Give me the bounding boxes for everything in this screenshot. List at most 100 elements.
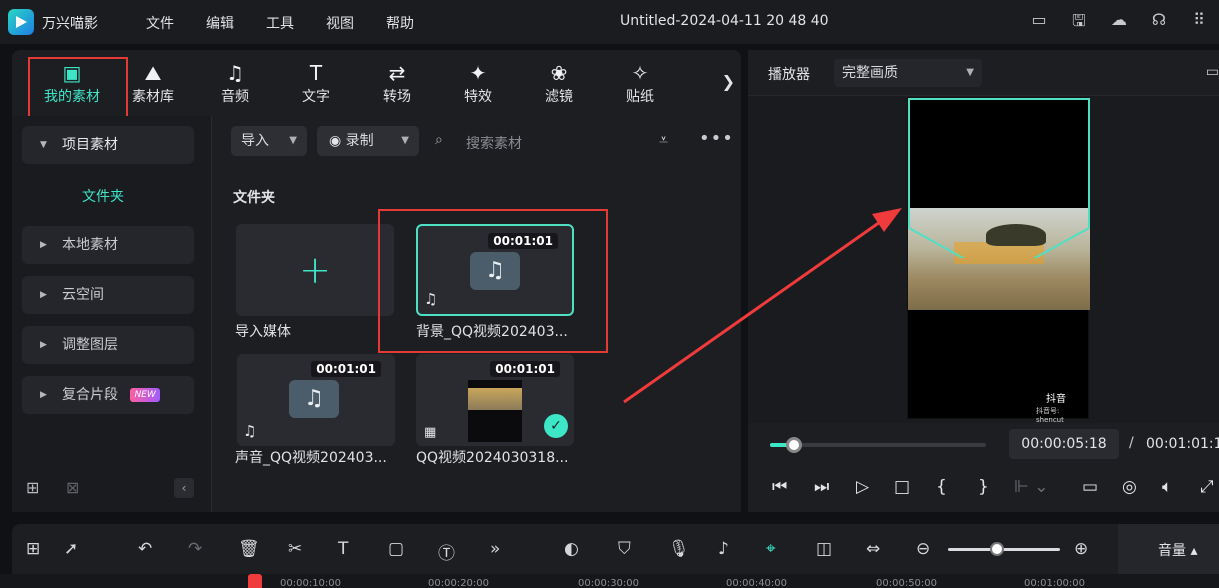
crop-icon[interactable]: ▢ xyxy=(388,539,404,559)
mark-in-icon[interactable]: { xyxy=(936,477,947,497)
record-icon: ◉ xyxy=(329,133,346,149)
select-tool-icon[interactable]: ➚ xyxy=(64,539,78,559)
waveform-icon[interactable]: ▭ xyxy=(1206,64,1219,80)
timeline-toolbar: ⊞ ➚ ↶ ↷ 🗑︎ ✂ T ▢ Ⓣ » ◐ ⛉ 🎙︎ ♪ ⌖ ◫ ⇔ ⊖ ⊕ … xyxy=(12,524,1219,574)
zoom-in-icon[interactable]: ⊕ xyxy=(1074,539,1088,559)
player-header: 播放器 完整画质 ▼ ▭ xyxy=(748,50,1219,96)
tab-effects[interactable]: ✦ 特效 xyxy=(438,60,518,106)
camera-icon[interactable]: ◎ xyxy=(1122,477,1137,497)
check-icon: ✓ xyxy=(544,414,568,438)
menu-file[interactable]: 文件 xyxy=(146,13,206,33)
play-icon[interactable]: ▷ xyxy=(856,477,869,497)
tab-stickers[interactable]: ✧ 贴纸 xyxy=(600,60,680,106)
new-badge: NEW xyxy=(130,388,160,402)
volume-label: 音量 ▴ xyxy=(1158,543,1198,559)
sidebar-item-compound-clip[interactable]: ▶ 复合片段 NEW xyxy=(22,376,194,414)
preview-render-icon[interactable]: ◫ xyxy=(816,539,832,559)
speech-to-text-icon[interactable]: Ⓣ xyxy=(438,539,455,564)
player-label: 播放器 xyxy=(768,67,810,83)
zoom-knob[interactable] xyxy=(990,542,1004,556)
layout-grid-icon[interactable]: ⊞ xyxy=(26,539,40,559)
audio-list-icon[interactable]: ♪ xyxy=(718,539,729,559)
marker-icon[interactable]: ⛉ xyxy=(618,539,631,559)
sidebar-item-cloud[interactable]: ▶ 云空间 xyxy=(22,276,194,314)
tiktok-watermark: 抖音 xyxy=(1046,394,1066,405)
save-icon[interactable]: 🖫 xyxy=(1059,10,1099,37)
layout-icon[interactable]: ▭ xyxy=(1019,10,1059,37)
speed-icon[interactable]: ◐ xyxy=(564,539,579,559)
prev-frame-icon[interactable]: ⏮ xyxy=(772,477,787,497)
next-frame-icon[interactable]: ⏭ xyxy=(814,477,829,497)
stop-icon[interactable]: □ xyxy=(894,477,910,497)
media-panel: ▣ 我的素材 ⛰ 素材库 ♫ 音频 T 文字 ⇄ 转场 ✦ 特效 ❀ 滤镜 ✧ xyxy=(12,50,741,512)
cloud-upload-icon[interactable]: ☁ xyxy=(1099,10,1139,37)
grid-icon[interactable]: ⠿ xyxy=(1179,10,1219,37)
sidebar-item-adjust-layer[interactable]: ▶ 调整图层 xyxy=(22,326,194,364)
caret-right-icon: ▶ xyxy=(40,240,47,250)
chevron-down-icon: ▼ xyxy=(289,135,297,146)
more-icon[interactable]: ••• xyxy=(699,128,734,149)
scissors-icon[interactable]: ✂ xyxy=(288,539,302,559)
sidebar-item-project[interactable]: ▼ 项目素材 xyxy=(22,126,194,164)
collapse-icon[interactable]: ‹ xyxy=(174,478,194,498)
fit-icon[interactable]: ⇔ xyxy=(866,539,880,559)
progress-slider[interactable] xyxy=(770,437,986,453)
zoom-out-icon[interactable]: ⊖ xyxy=(916,539,930,559)
snapshot-range-icon[interactable]: ⊩ ⌄ xyxy=(1014,477,1048,497)
delete-icon[interactable]: 🗑︎ xyxy=(238,539,260,559)
playhead[interactable] xyxy=(248,574,262,588)
tab-audio[interactable]: ♫ 音频 xyxy=(195,60,275,106)
selection-chevron xyxy=(908,208,1090,258)
redo-icon[interactable]: ↷ xyxy=(188,539,202,559)
zoom-slider[interactable] xyxy=(948,548,1060,551)
menu-view[interactable]: 视图 xyxy=(326,13,386,33)
progress-knob[interactable] xyxy=(785,437,802,453)
media-card-video[interactable]: 00:01:01 ▦ ✓ xyxy=(416,354,574,446)
music-note-icon: ♫ xyxy=(289,380,339,418)
chevron-right-icon[interactable]: ❯ xyxy=(722,72,735,91)
ruler-tick: 00:00:50:00 xyxy=(876,578,938,588)
new-folder-icon[interactable]: ⊞ xyxy=(26,478,39,497)
volume-panel[interactable]: 音量 ▴ xyxy=(1118,524,1219,574)
mark-out-icon[interactable]: } xyxy=(978,477,989,497)
document-title: Untitled-2024-04-11 20 48 40 xyxy=(620,13,829,29)
sidebar-item-folder[interactable]: 文件夹 xyxy=(82,186,124,206)
more-tools-icon[interactable]: » xyxy=(490,539,500,559)
microphone-icon[interactable]: 🎙︎ xyxy=(668,539,690,559)
undo-icon[interactable]: ↶ xyxy=(138,539,152,559)
highlight-box-media xyxy=(378,209,608,353)
menu-edit[interactable]: 编辑 xyxy=(206,13,266,33)
time-separator: / xyxy=(1129,435,1134,451)
preview-frame[interactable]: 抖音 抖音号: shencut xyxy=(907,97,1090,424)
menu-help[interactable]: 帮助 xyxy=(386,13,446,33)
display-icon[interactable]: ▭ xyxy=(1082,477,1098,497)
search-icon: ⌕ xyxy=(435,132,443,148)
video-thumbnail xyxy=(468,380,522,442)
folder-title: 文件夹 xyxy=(233,190,275,206)
media-card-voice-audio[interactable]: 00:01:01 ♫ ♫ xyxy=(237,354,395,446)
search-input[interactable]: 搜索素材 xyxy=(466,133,522,153)
import-dropdown[interactable]: 导入 ▼ xyxy=(231,126,307,156)
tab-filters[interactable]: ❀ 滤镜 xyxy=(519,60,599,106)
snap-icon[interactable]: ⌖ xyxy=(766,539,776,559)
menu-tools[interactable]: 工具 xyxy=(266,13,326,33)
player-controls: 00:00:05:18 / 00:01:01:1 ⏮ ⏭ ▷ □ { } ⊩ ⌄… xyxy=(748,423,1219,512)
text-tool-icon[interactable]: T xyxy=(338,539,348,559)
timeline-ruler[interactable]: 00:00:10:00 00:00:20:00 00:00:30:00 00:0… xyxy=(0,574,1219,588)
sidebar-item-local[interactable]: ▶ 本地素材 xyxy=(22,226,194,264)
import-media-card[interactable]: + xyxy=(236,224,394,316)
tab-text[interactable]: T 文字 xyxy=(276,60,356,106)
volume-icon[interactable]: 🔈︎ xyxy=(1162,477,1172,497)
sparkle-icon: ✦ xyxy=(469,61,487,85)
fullscreen-icon[interactable]: ⤢ xyxy=(1200,477,1214,497)
music-note-icon: ♫ xyxy=(226,61,244,85)
filter-sort-icon[interactable]: ⩡ xyxy=(659,130,668,150)
headset-icon[interactable]: ☊ xyxy=(1139,10,1179,37)
player-panel: 播放器 完整画质 ▼ ▭ 抖音 抖音号: shencut 00:00:05:18… xyxy=(748,50,1219,512)
delete-folder-icon[interactable]: ⊠ xyxy=(66,478,79,497)
tab-transition[interactable]: ⇄ 转场 xyxy=(357,60,437,106)
quality-dropdown[interactable]: 完整画质 ▼ xyxy=(834,59,982,87)
ruler-tick: 00:00:10:00 xyxy=(280,578,342,588)
record-dropdown[interactable]: ◉ 录制 ▼ xyxy=(317,126,419,156)
current-time[interactable]: 00:00:05:18 xyxy=(1009,429,1119,459)
